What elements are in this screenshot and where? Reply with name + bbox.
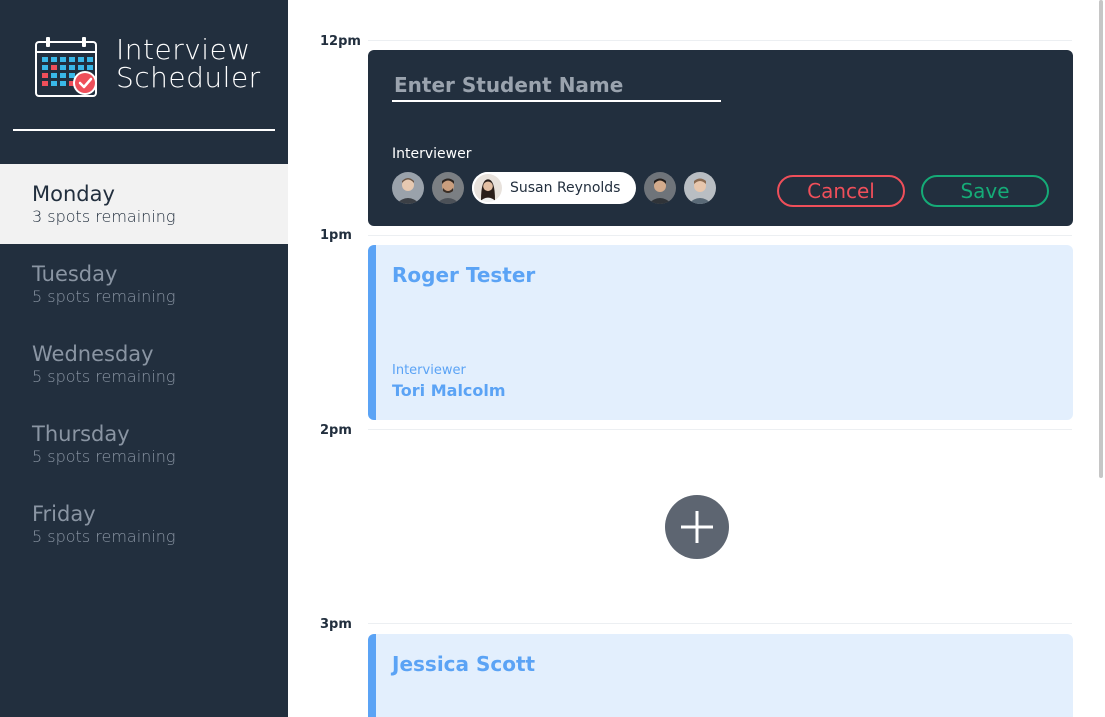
interviewer-list: Susan Reynolds bbox=[392, 172, 724, 204]
day-item-tuesday[interactable]: Tuesday 5 spots remaining bbox=[0, 244, 288, 324]
appointment-card[interactable]: Jessica Scott bbox=[368, 634, 1073, 717]
appointment-interviewer-label: Interviewer bbox=[392, 363, 466, 378]
day-item-monday[interactable]: Monday 3 spots remaining bbox=[0, 164, 288, 244]
appointment-interviewer-name: Tori Malcolm bbox=[392, 381, 506, 400]
interviewer-avatar bbox=[472, 172, 504, 204]
person-icon bbox=[684, 172, 717, 204]
interviewer-avatar[interactable] bbox=[392, 172, 424, 204]
interviewer-selected[interactable]: Susan Reynolds bbox=[472, 172, 637, 204]
time-label: 3pm bbox=[320, 617, 352, 632]
time-label: 2pm bbox=[320, 423, 352, 438]
hour-divider bbox=[368, 623, 1072, 624]
save-button[interactable]: Save bbox=[921, 175, 1049, 207]
app-title: Interview Scheduler bbox=[116, 36, 261, 92]
appointment-card[interactable]: Roger Tester Interviewer Tori Malcolm bbox=[368, 245, 1073, 420]
appointment-student: Roger Tester bbox=[392, 263, 536, 287]
interviewer-heading: Interviewer bbox=[392, 146, 472, 162]
person-icon bbox=[392, 172, 424, 204]
calendar-check-icon bbox=[35, 37, 97, 97]
hour-divider bbox=[368, 235, 1072, 236]
day-list: Monday 3 spots remaining Tuesday 5 spots… bbox=[0, 164, 288, 564]
hour-divider bbox=[368, 429, 1072, 430]
day-name: Wednesday bbox=[32, 342, 154, 366]
time-label: 12pm bbox=[320, 34, 361, 49]
day-item-wednesday[interactable]: Wednesday 5 spots remaining bbox=[0, 324, 288, 404]
cancel-button[interactable]: Cancel bbox=[777, 175, 905, 207]
day-spots: 5 spots remaining bbox=[32, 367, 176, 386]
day-name: Friday bbox=[32, 502, 96, 526]
day-spots: 5 spots remaining bbox=[32, 447, 176, 466]
day-spots: 5 spots remaining bbox=[32, 527, 176, 546]
interviewer-avatar[interactable] bbox=[644, 172, 677, 204]
app-title-line2: Scheduler bbox=[116, 61, 261, 94]
hour-divider bbox=[368, 40, 1072, 41]
appointment-form: Interviewer Susan Reynolds bbox=[368, 50, 1073, 226]
brand: Interview Scheduler bbox=[34, 36, 261, 98]
day-item-thursday[interactable]: Thursday 5 spots remaining bbox=[0, 404, 288, 484]
scrollbar[interactable] bbox=[1099, 0, 1103, 478]
appointment-student: Jessica Scott bbox=[392, 652, 536, 676]
sidebar: Interview Scheduler Monday 3 spots remai… bbox=[0, 0, 288, 717]
day-name: Tuesday bbox=[32, 262, 118, 286]
student-name-input[interactable] bbox=[392, 70, 721, 102]
day-name: Thursday bbox=[32, 422, 130, 446]
plus-icon bbox=[681, 511, 713, 543]
schedule: 12pm Interviewer Susan Reyno bbox=[288, 0, 1105, 717]
sidebar-divider bbox=[13, 129, 275, 131]
day-item-friday[interactable]: Friday 5 spots remaining bbox=[0, 484, 288, 564]
time-label: 1pm bbox=[320, 228, 352, 243]
day-spots: 3 spots remaining bbox=[32, 207, 176, 226]
add-appointment-button[interactable] bbox=[665, 495, 729, 559]
interviewer-name: Susan Reynolds bbox=[510, 180, 621, 196]
app-title-line1: Interview bbox=[116, 33, 251, 66]
interviewer-avatar[interactable] bbox=[432, 172, 464, 204]
day-name: Monday bbox=[32, 182, 115, 206]
interviewer-avatar[interactable] bbox=[684, 172, 717, 204]
person-icon bbox=[644, 172, 677, 204]
day-spots: 5 spots remaining bbox=[32, 287, 176, 306]
person-icon bbox=[432, 172, 464, 204]
person-icon bbox=[474, 174, 502, 202]
